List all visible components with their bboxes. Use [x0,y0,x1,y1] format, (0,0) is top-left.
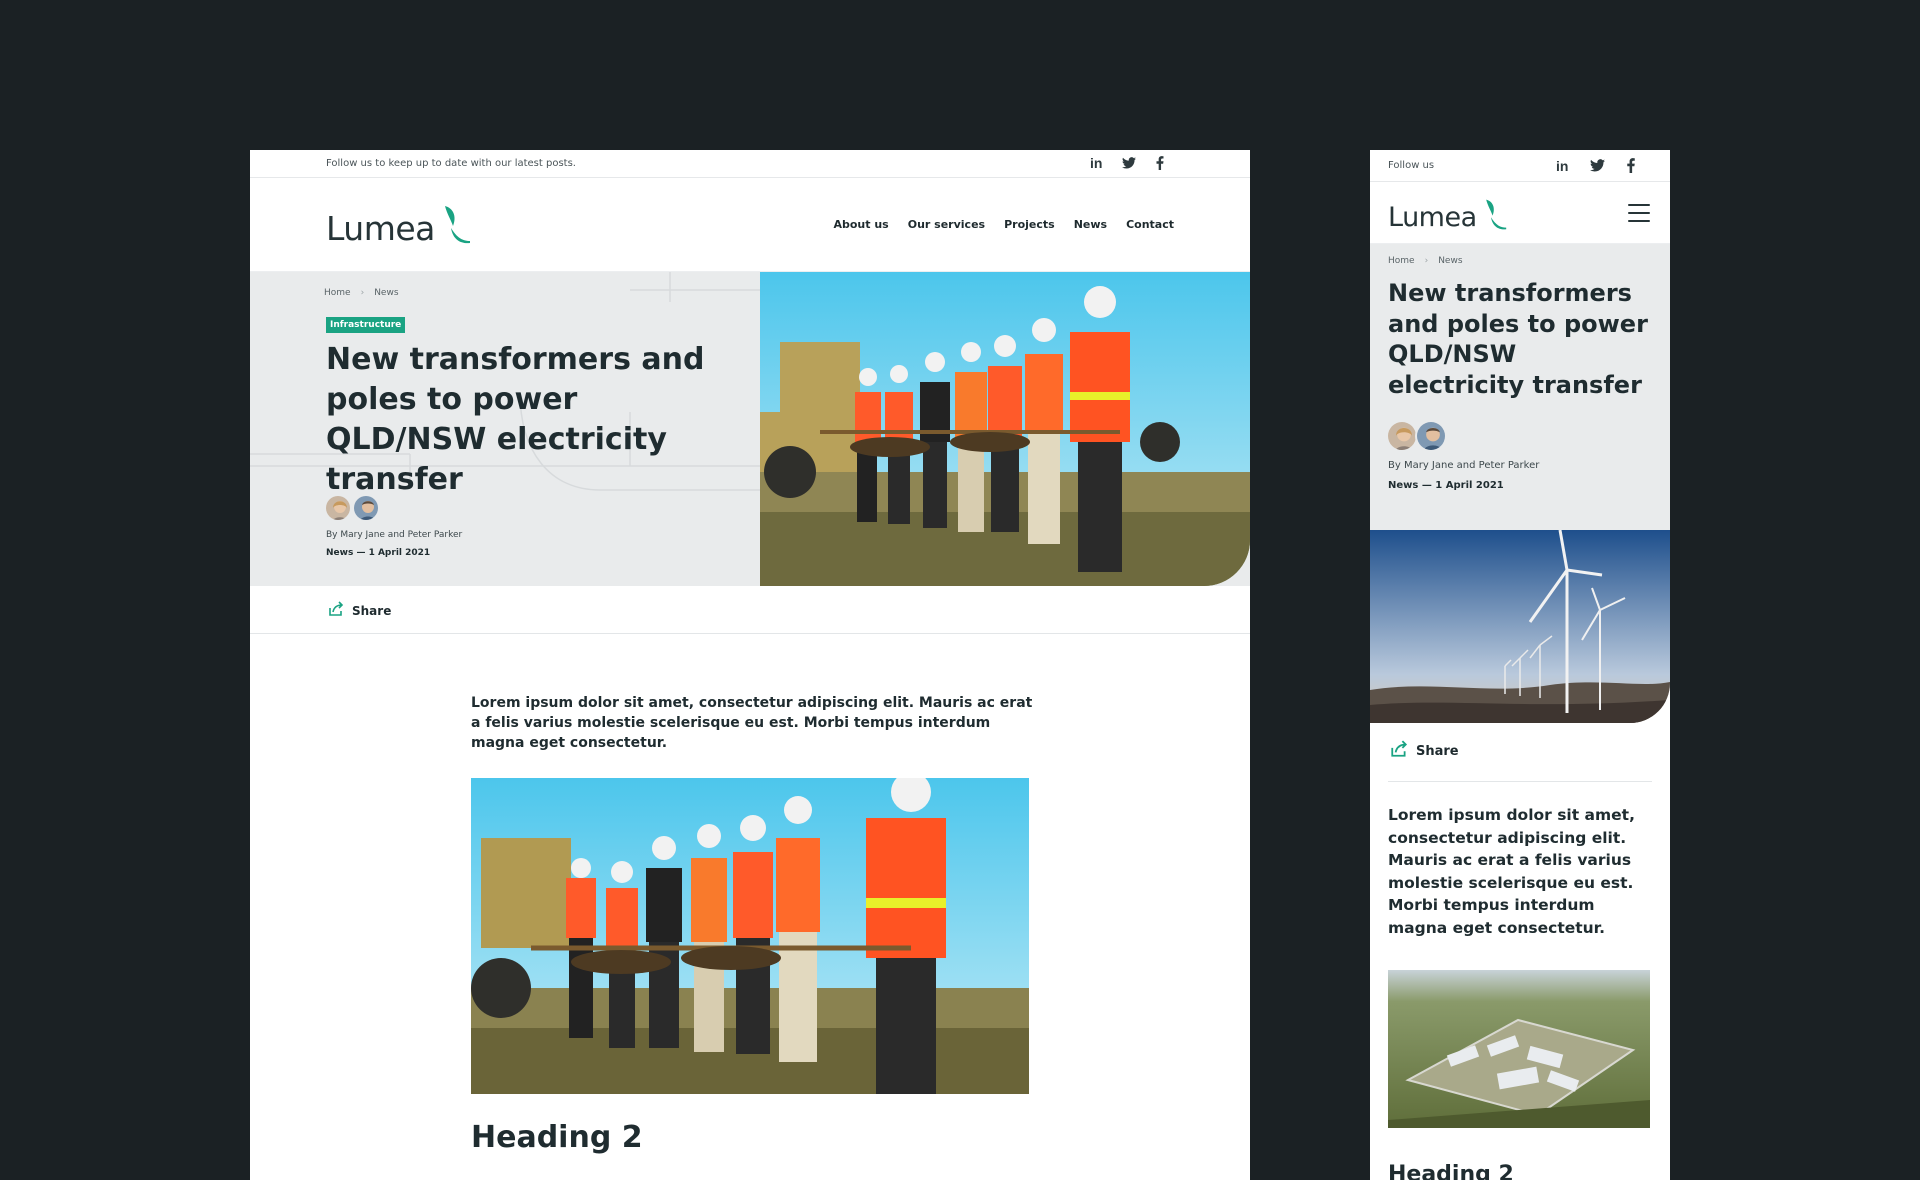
linkedin-icon[interactable]: in [1556,159,1568,173]
article-image-aerial-facility [1388,970,1650,1128]
article-hero: Home › News Infrastructure New transform… [250,272,1250,586]
share-bar: Share [250,586,1250,634]
category-tag[interactable]: Infrastructure [326,317,406,333]
heading-2: Heading 2 [1388,1162,1514,1180]
follow-text: Follow us [1388,160,1435,171]
logo-text: Lumea [1388,202,1477,233]
nav-item-projects[interactable]: Projects [1004,218,1055,231]
social-links: in [1556,158,1636,173]
logo-text: Lumea [326,209,435,248]
nav-item-news[interactable]: News [1074,218,1107,231]
site-header: Lumea About us Our services Projects New… [250,178,1250,272]
breadcrumb: Home › News [1388,256,1463,266]
breadcrumb-current[interactable]: News [374,288,398,298]
main-nav: About us Our services Projects News Cont… [833,218,1174,231]
logo-leaf-icon [1483,198,1507,234]
heading-2: Heading 2 [471,1120,643,1155]
twitter-icon[interactable] [1122,157,1137,169]
article-intro: Lorem ipsum dolor sit amet, consectetur … [1388,806,1635,937]
article-byline: By Mary Jane and Peter Parker [1388,460,1540,471]
mobile-page-mockup: Follow us in Lumea Home › News New trans… [1370,150,1670,1180]
nav-item-contact[interactable]: Contact [1126,218,1174,231]
logo[interactable]: Lumea [1388,198,1507,234]
avatar[interactable] [1386,420,1418,452]
nav-item-about[interactable]: About us [833,218,888,231]
top-bar: Follow us in [1370,150,1670,182]
avatar[interactable] [1415,420,1447,452]
breadcrumb: Home › News [324,288,399,298]
share-button[interactable]: Share [1390,740,1459,762]
breadcrumb-chevron-icon: › [1424,256,1429,266]
hero-image-groundbreaking [760,272,1250,586]
share-label: Share [352,603,392,618]
social-links: in [1090,156,1164,170]
desktop-page-mockup: Follow us to keep up to date with our la… [250,150,1250,1180]
logo[interactable]: Lumea [326,204,471,248]
share-icon [328,601,344,620]
share-bar: Share [1388,740,1652,782]
twitter-icon[interactable] [1590,159,1606,172]
share-label: Share [1416,743,1459,759]
avatar[interactable] [352,494,380,522]
article-hero: Home › News New transformers and poles t… [1370,244,1670,530]
article-meta: News — 1 April 2021 [326,548,431,558]
author-avatars [324,494,380,522]
top-bar: Follow us to keep up to date with our la… [250,150,1250,178]
breadcrumb-chevron-icon: › [360,288,365,298]
breadcrumb-home[interactable]: Home [324,288,351,298]
share-button[interactable]: Share [328,601,391,620]
facebook-icon[interactable] [1627,158,1636,173]
follow-text: Follow us to keep up to date with our la… [326,158,576,169]
share-icon [1390,740,1408,762]
article-image-groundbreaking [471,778,1029,1094]
facebook-icon[interactable] [1156,156,1164,170]
breadcrumb-home[interactable]: Home [1388,256,1415,266]
breadcrumb-current[interactable]: News [1438,256,1462,266]
article-byline: By Mary Jane and Peter Parker [326,530,463,540]
linkedin-icon[interactable]: in [1090,156,1102,170]
article-meta: News — 1 April 2021 [1388,480,1504,491]
author-avatars [1386,420,1447,452]
avatar[interactable] [324,494,352,522]
hero-image-wind-turbines [1370,530,1670,723]
article-intro: Lorem ipsum dolor sit amet, consectetur … [471,695,1033,751]
hamburger-menu-icon[interactable] [1628,204,1650,222]
nav-item-services[interactable]: Our services [908,218,985,231]
article-title: New transformers and poles to power QLD/… [1388,279,1648,399]
site-header: Lumea [1370,182,1670,244]
logo-leaf-icon [441,204,471,248]
article-title: New transformers and poles to power QLD/… [326,342,705,497]
